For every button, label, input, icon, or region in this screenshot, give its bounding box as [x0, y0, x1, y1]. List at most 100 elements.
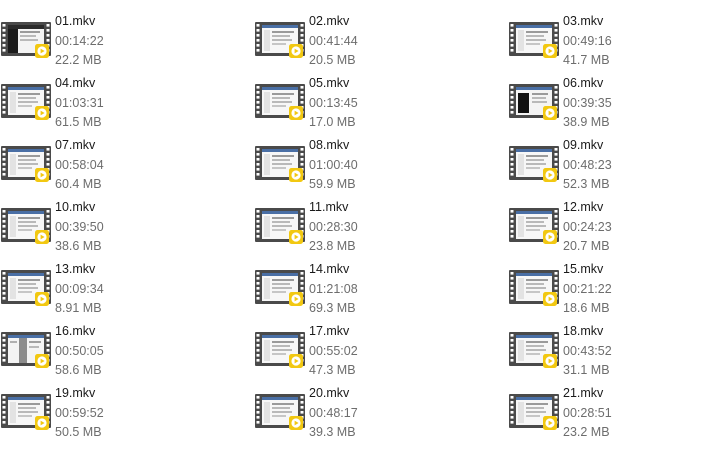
file-size: 8.91 MB	[55, 301, 102, 315]
file-details: 08.mkv 01:00:40 59.9 MB	[309, 136, 449, 195]
file-name: 16.mkv	[55, 324, 96, 338]
file-details: 20.mkv 00:48:17 39.3 MB	[309, 384, 449, 443]
video-thumbnail-icon	[255, 394, 305, 430]
file-item[interactable]: 10.mkv 00:39:50 38.6 MB	[0, 198, 200, 254]
file-size: 52.3 MB	[563, 177, 610, 191]
file-item[interactable]: 04.mkv 01:03:31 61.5 MB	[0, 74, 200, 130]
file-name: 09.mkv	[563, 138, 604, 152]
file-duration: 00:48:17	[309, 405, 358, 420]
file-name: 05.mkv	[309, 76, 350, 90]
video-thumbnail-icon	[1, 332, 51, 368]
file-duration: 00:49:16	[563, 33, 612, 48]
file-duration: 00:43:52	[563, 343, 612, 358]
file-duration: 00:21:22	[563, 281, 612, 296]
file-details: 16.mkv 00:50:05 58.6 MB	[55, 322, 195, 381]
file-item[interactable]: 01.mkv 00:14:22 22.2 MB	[0, 12, 200, 68]
file-size: 39.3 MB	[309, 425, 356, 439]
play-badge-icon	[1, 208, 51, 244]
video-thumbnail-icon	[1, 270, 51, 306]
file-name: 19.mkv	[55, 386, 96, 400]
file-name: 03.mkv	[563, 14, 604, 28]
file-item[interactable]: 05.mkv 00:13:45 17.0 MB	[254, 74, 454, 130]
file-size: 38.6 MB	[55, 239, 102, 253]
video-thumbnail-icon	[509, 146, 559, 182]
file-item[interactable]: 11.mkv 00:28:30 23.8 MB	[254, 198, 454, 254]
video-thumbnail-icon	[255, 22, 305, 58]
file-item[interactable]: 07.mkv 00:58:04 60.4 MB	[0, 136, 200, 192]
file-size: 69.3 MB	[309, 301, 356, 315]
video-thumbnail-icon	[255, 270, 305, 306]
video-thumbnail-icon	[255, 84, 305, 120]
video-thumbnail-icon	[509, 332, 559, 368]
file-size: 59.9 MB	[309, 177, 356, 191]
file-item[interactable]: 09.mkv 00:48:23 52.3 MB	[508, 136, 708, 192]
file-duration: 01:00:40	[309, 157, 358, 172]
file-details: 06.mkv 00:39:35 38.9 MB	[563, 74, 703, 133]
play-badge-icon	[509, 270, 559, 306]
file-size: 47.3 MB	[309, 363, 356, 377]
file-size: 41.7 MB	[563, 53, 610, 67]
file-name: 15.mkv	[563, 262, 604, 276]
file-grid: 01.mkv 00:14:22 22.2 MB 02.mkv 00:41:44 20.5…	[0, 0, 724, 468]
play-badge-icon	[509, 208, 559, 244]
file-name: 01.mkv	[55, 14, 96, 28]
play-badge-icon	[1, 270, 51, 306]
file-item[interactable]: 02.mkv 00:41:44 20.5 MB	[254, 12, 454, 68]
file-details: 18.mkv 00:43:52 31.1 MB	[563, 322, 703, 381]
play-badge-icon	[255, 208, 305, 244]
file-name: 10.mkv	[55, 200, 96, 214]
file-size: 20.5 MB	[309, 53, 356, 67]
file-item[interactable]: 17.mkv 00:55:02 47.3 MB	[254, 322, 454, 378]
file-duration: 00:28:30	[309, 219, 358, 234]
video-thumbnail-icon	[1, 394, 51, 430]
file-size: 31.1 MB	[563, 363, 610, 377]
file-duration: 00:58:04	[55, 157, 104, 172]
file-duration: 00:55:02	[309, 343, 358, 358]
play-badge-icon	[255, 394, 305, 430]
file-duration: 00:28:51	[563, 405, 612, 420]
file-item[interactable]: 21.mkv 00:28:51 23.2 MB	[508, 384, 708, 440]
file-name: 18.mkv	[563, 324, 604, 338]
play-badge-icon	[509, 146, 559, 182]
play-badge-icon	[255, 332, 305, 368]
play-badge-icon	[255, 84, 305, 120]
file-duration: 00:48:23	[563, 157, 612, 172]
file-duration: 00:39:50	[55, 219, 104, 234]
file-size: 60.4 MB	[55, 177, 102, 191]
file-duration: 00:39:35	[563, 95, 612, 110]
file-details: 19.mkv 00:59:52 50.5 MB	[55, 384, 195, 443]
file-name: 20.mkv	[309, 386, 350, 400]
file-details: 10.mkv 00:39:50 38.6 MB	[55, 198, 195, 257]
file-item[interactable]: 08.mkv 01:00:40 59.9 MB	[254, 136, 454, 192]
file-item[interactable]: 16.mkv 00:50:05 58.6 MB	[0, 322, 200, 378]
file-item[interactable]: 13.mkv 00:09:34 8.91 MB	[0, 260, 200, 316]
file-item[interactable]: 12.mkv 00:24:23 20.7 MB	[508, 198, 708, 254]
video-thumbnail-icon	[1, 146, 51, 182]
video-thumbnail-icon	[1, 22, 51, 58]
play-badge-icon	[509, 84, 559, 120]
video-thumbnail-icon	[255, 146, 305, 182]
file-details: 03.mkv 00:49:16 41.7 MB	[563, 12, 703, 71]
video-thumbnail-icon	[509, 208, 559, 244]
file-size: 50.5 MB	[55, 425, 102, 439]
file-item[interactable]: 06.mkv 00:39:35 38.9 MB	[508, 74, 708, 130]
file-name: 08.mkv	[309, 138, 350, 152]
file-size: 61.5 MB	[55, 115, 102, 129]
file-item[interactable]: 18.mkv 00:43:52 31.1 MB	[508, 322, 708, 378]
play-badge-icon	[1, 394, 51, 430]
file-item[interactable]: 19.mkv 00:59:52 50.5 MB	[0, 384, 200, 440]
file-details: 11.mkv 00:28:30 23.8 MB	[309, 198, 449, 257]
file-item[interactable]: 15.mkv 00:21:22 18.6 MB	[508, 260, 708, 316]
file-item[interactable]: 14.mkv 01:21:08 69.3 MB	[254, 260, 454, 316]
file-details: 09.mkv 00:48:23 52.3 MB	[563, 136, 703, 195]
file-name: 14.mkv	[309, 262, 350, 276]
file-item[interactable]: 03.mkv 00:49:16 41.7 MB	[508, 12, 708, 68]
file-details: 05.mkv 00:13:45 17.0 MB	[309, 74, 449, 133]
file-details: 15.mkv 00:21:22 18.6 MB	[563, 260, 703, 319]
play-badge-icon	[1, 146, 51, 182]
file-details: 17.mkv 00:55:02 47.3 MB	[309, 322, 449, 381]
video-thumbnail-icon	[1, 84, 51, 120]
file-duration: 00:13:45	[309, 95, 358, 110]
file-details: 07.mkv 00:58:04 60.4 MB	[55, 136, 195, 195]
file-item[interactable]: 20.mkv 00:48:17 39.3 MB	[254, 384, 454, 440]
